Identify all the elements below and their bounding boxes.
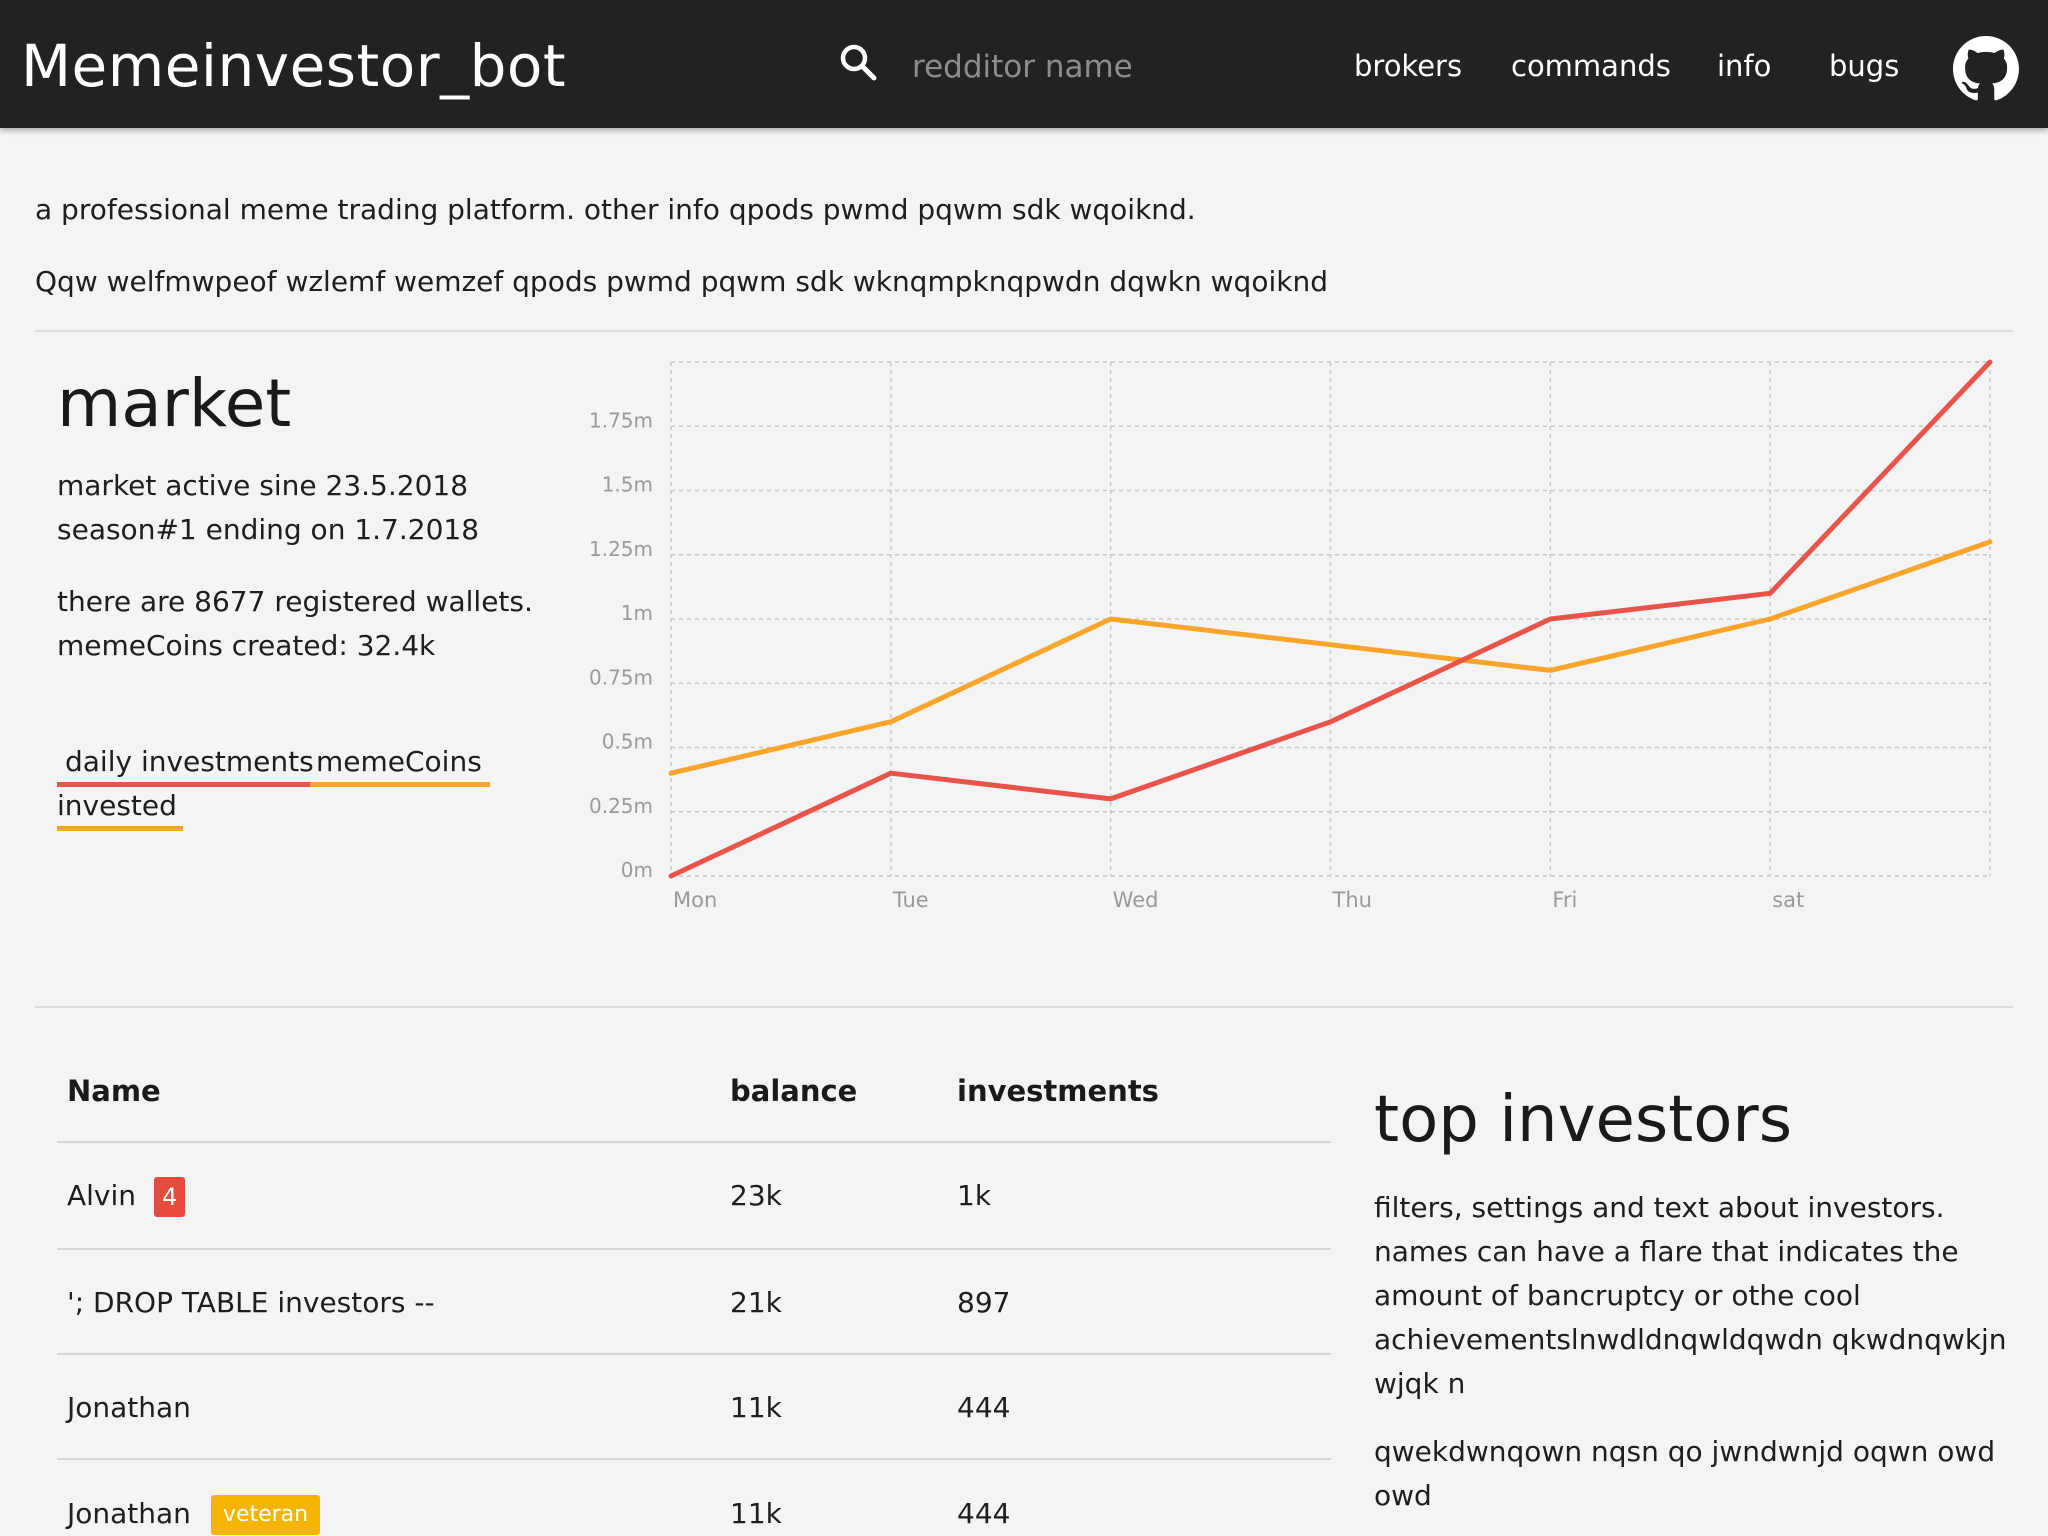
x-tick-label: Fri xyxy=(1552,888,1577,912)
bankruptcy-badge: 4 xyxy=(154,1177,186,1217)
investments-cell: 897 xyxy=(957,1286,1011,1319)
table-divider xyxy=(57,1141,1331,1143)
investor-name[interactable]: Jonathan xyxy=(67,1497,191,1530)
section-divider xyxy=(35,1006,2013,1008)
y-tick-label: 0m xyxy=(621,858,653,882)
top-investors-description: filters, settings and text about investo… xyxy=(1374,1191,2007,1400)
y-tick-label: 0.75m xyxy=(589,665,653,689)
y-tick-label: 1.5m xyxy=(602,473,653,497)
investments-cell: 1k xyxy=(957,1179,992,1212)
table-divider xyxy=(57,1458,1331,1460)
investor-name[interactable]: Jonathan xyxy=(67,1388,191,1428)
investor-name-cell[interactable]: Jonathan veteran xyxy=(67,1494,321,1535)
x-tick-label: sat xyxy=(1772,888,1804,912)
y-tick-label: 0.5m xyxy=(602,730,653,754)
market-line-chart: 0m 0.25m 0.5m 0.75m 1m 1.25m 1.5m 1.75m Mon Tue We… xyxy=(589,359,1993,912)
column-header-investments[interactable]: investments xyxy=(957,1071,1159,1111)
column-header-name[interactable]: Name xyxy=(67,1071,161,1111)
x-tick-label: Thu xyxy=(1332,888,1372,912)
y-tick-label: 1.25m xyxy=(589,537,653,561)
investments-cell: 444 xyxy=(957,1391,1011,1424)
table-divider xyxy=(57,1353,1331,1355)
veteran-badge: veteran xyxy=(210,1495,321,1535)
y-tick-label: 1.75m xyxy=(589,408,653,432)
investor-name[interactable]: Alvin xyxy=(67,1179,136,1212)
balance-cell: 23k xyxy=(730,1179,782,1212)
investor-name-cell[interactable]: Alvin 4 xyxy=(67,1176,186,1217)
balance-cell: 21k xyxy=(730,1286,782,1319)
y-tick-label: 1m xyxy=(621,601,653,625)
balance-cell: 11k xyxy=(730,1391,782,1424)
y-tick-label: 0.25m xyxy=(589,794,653,818)
x-tick-label: Tue xyxy=(892,888,929,912)
x-tick-label: Mon xyxy=(673,888,717,912)
column-header-balance[interactable]: balance xyxy=(730,1071,857,1111)
top-investors-note: qwekdwnqown nqsn qo jwndwnjd oqwn owd ow… xyxy=(1374,1435,1996,1512)
top-investors-title: top investors xyxy=(1374,1083,1793,1157)
balance-cell: 11k xyxy=(730,1497,782,1530)
investor-name[interactable]: '; DROP TABLE investors -- xyxy=(67,1283,435,1323)
x-tick-label: Wed xyxy=(1113,888,1159,912)
investments-cell: 444 xyxy=(957,1497,1011,1530)
table-divider xyxy=(57,1248,1331,1250)
